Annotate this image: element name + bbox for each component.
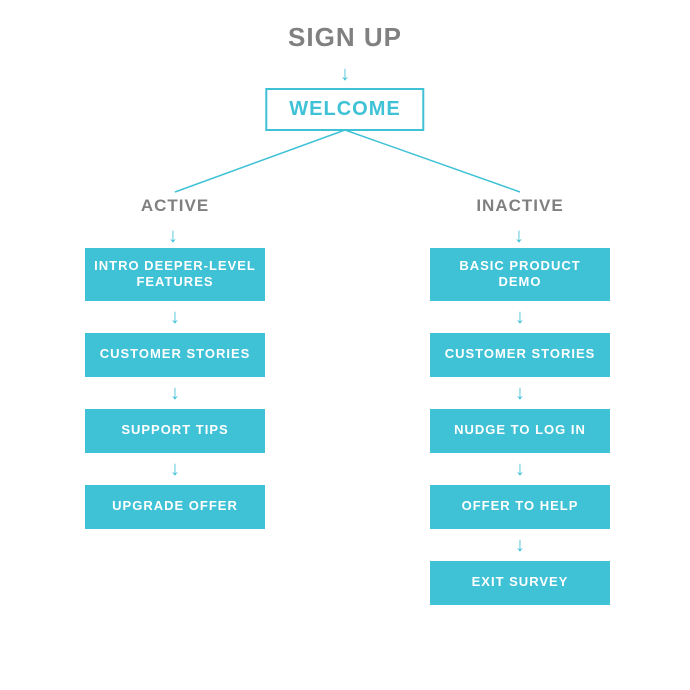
arrow-down-icon: ↓ — [170, 307, 180, 327]
flow-step: UPGRADE OFFER — [85, 485, 265, 529]
flow-step: INTRO DEEPER-LEVEL FEATURES — [85, 248, 265, 301]
branch-label-active: ACTIVE — [85, 196, 265, 216]
flow-step: OFFER TO HELP — [430, 485, 610, 529]
arrow-down-icon: ↓ — [170, 459, 180, 479]
arrow-down-icon: ↓ — [168, 226, 178, 246]
arrow-down-icon: ↓ — [514, 226, 524, 246]
arrow-down-icon: ↓ — [170, 383, 180, 403]
active-column: INTRO DEEPER-LEVEL FEATURES ↓ CUSTOMER S… — [85, 248, 265, 529]
arrow-down-icon: ↓ — [515, 383, 525, 403]
flow-step: CUSTOMER STORIES — [430, 333, 610, 377]
flow-step: EXIT SURVEY — [430, 561, 610, 605]
arrow-down-icon: ↓ — [340, 64, 350, 84]
welcome-box: WELCOME — [265, 88, 424, 131]
arrow-down-icon: ↓ — [515, 459, 525, 479]
arrow-down-icon: ↓ — [515, 535, 525, 555]
signup-title: SIGN UP — [288, 22, 402, 53]
branch-label-inactive: INACTIVE — [430, 196, 610, 216]
flow-step: SUPPORT TIPS — [85, 409, 265, 453]
flow-step: NUDGE TO LOG IN — [430, 409, 610, 453]
flow-step: BASIC PRODUCT DEMO — [430, 248, 610, 301]
inactive-column: BASIC PRODUCT DEMO ↓ CUSTOMER STORIES ↓ … — [430, 248, 610, 605]
arrow-down-icon: ↓ — [515, 307, 525, 327]
flow-step: CUSTOMER STORIES — [85, 333, 265, 377]
